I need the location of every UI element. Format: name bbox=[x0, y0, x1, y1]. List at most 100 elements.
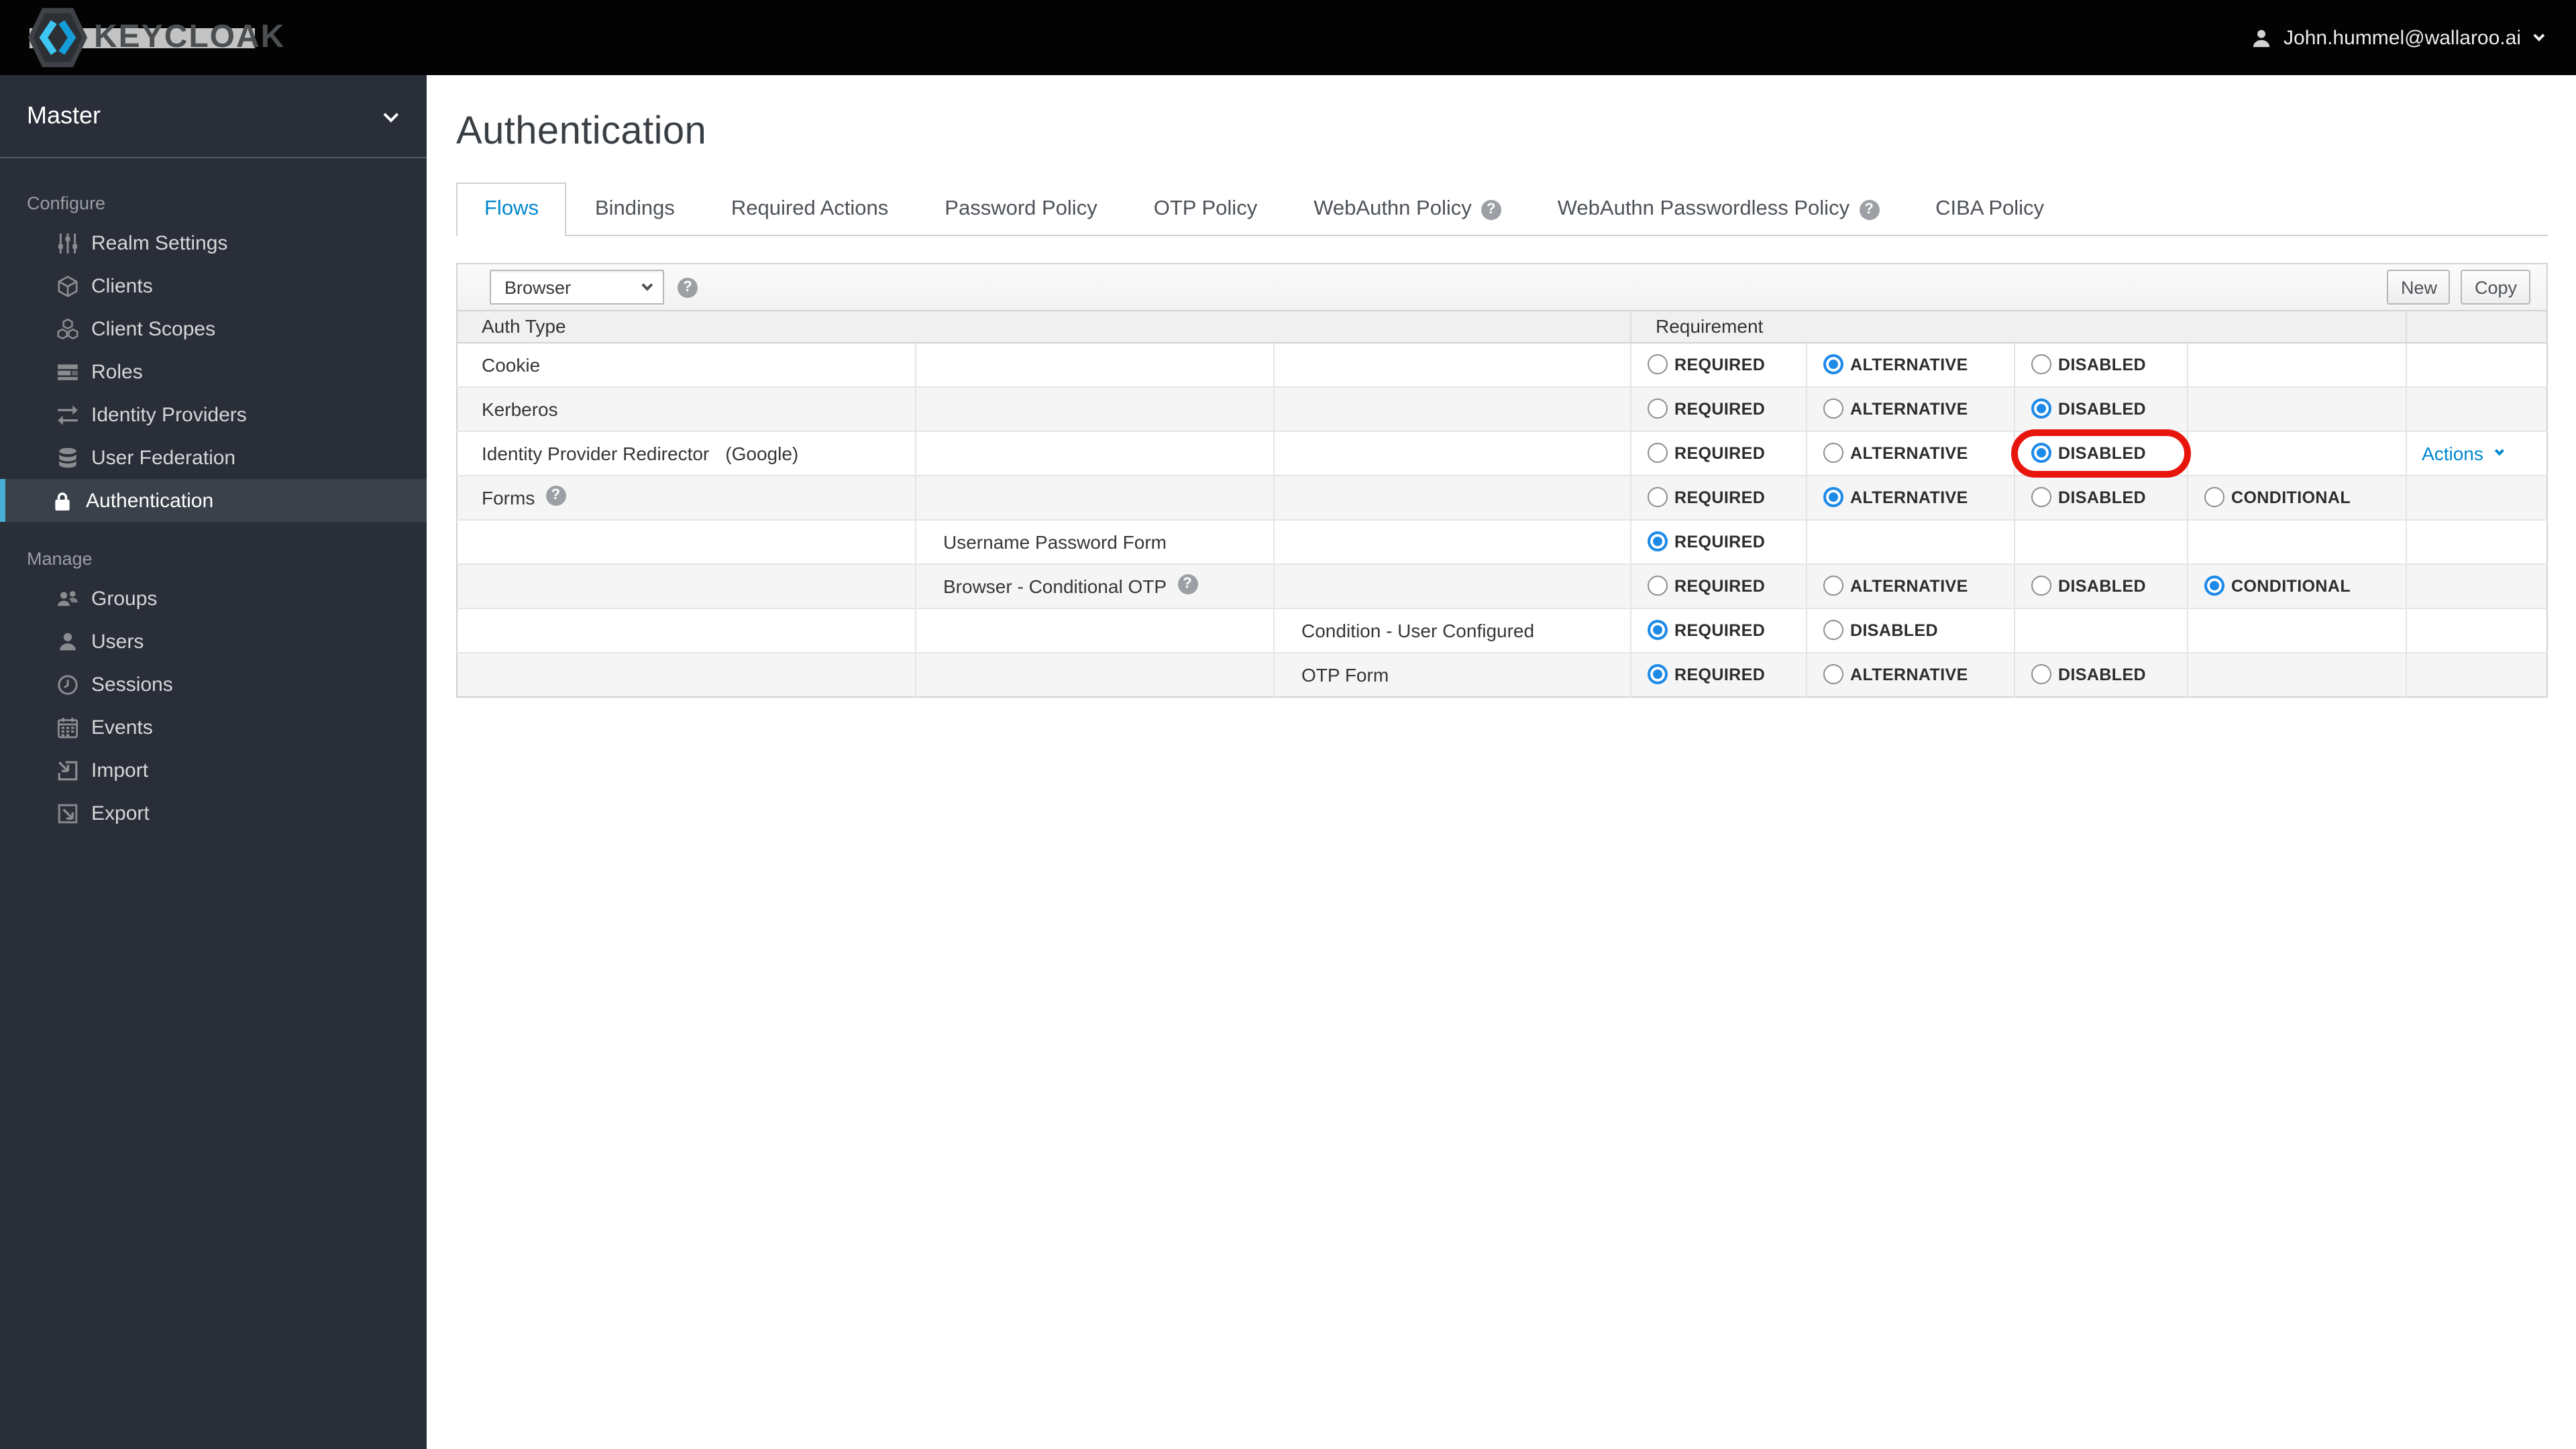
copy-button[interactable]: Copy bbox=[2461, 270, 2530, 305]
empty-cell bbox=[2406, 341, 2547, 386]
chevron-down-icon bbox=[383, 106, 399, 122]
user-icon bbox=[2253, 29, 2270, 47]
requirement-option-required[interactable]: REQUIRED bbox=[1648, 487, 1806, 507]
help-icon[interactable]: ? bbox=[1859, 199, 1880, 219]
radio-alternative[interactable] bbox=[1823, 398, 1843, 419]
nav-section: Realm Settings Clients Client Scopes Rol… bbox=[0, 221, 427, 522]
radio-conditional-selected[interactable] bbox=[2204, 576, 2224, 596]
radio-disabled-selected[interactable] bbox=[2031, 398, 2051, 419]
sidebar-item-label: Import bbox=[91, 759, 149, 782]
sidebar-item-groups[interactable]: Groups bbox=[0, 577, 427, 620]
sidebar-item-clients[interactable]: Clients bbox=[0, 264, 427, 307]
tab-password-policy[interactable]: Password Policy bbox=[916, 182, 1125, 236]
requirement-option-alternative[interactable]: ALTERNATIVE bbox=[1823, 354, 2014, 374]
sidebar-item-users[interactable]: Users bbox=[0, 620, 427, 663]
keycloak-logo[interactable]: KEYCLOAK bbox=[27, 0, 285, 75]
radio-required-selected[interactable] bbox=[1648, 531, 1668, 551]
requirement-option-required[interactable]: REQUIRED bbox=[1648, 664, 1806, 684]
requirement-option-disabled[interactable]: DISABLED bbox=[2031, 443, 2187, 463]
realm-selector[interactable]: Master bbox=[0, 75, 427, 158]
empty-cell bbox=[457, 563, 916, 608]
sidebar-item-export[interactable]: Export bbox=[0, 792, 427, 835]
auth-type-name: Condition - User Configured bbox=[1301, 619, 1535, 641]
sidebar-item-label: Realm Settings bbox=[91, 231, 228, 254]
radio-disabled[interactable] bbox=[2031, 354, 2051, 374]
radio-alternative[interactable] bbox=[1823, 443, 1843, 463]
tab-webauthn-policy[interactable]: WebAuthn Policy ? bbox=[1285, 182, 1529, 236]
table-row: Forms? REQUIRED ALTERNATIVE DISABLED CON… bbox=[457, 474, 2547, 519]
radio-disabled[interactable] bbox=[1823, 620, 1843, 640]
help-icon[interactable]: ? bbox=[1177, 574, 1198, 594]
requirement-option-disabled[interactable]: DISABLED bbox=[2031, 354, 2187, 374]
radio-label: DISABLED bbox=[2058, 665, 2146, 684]
requirement-option-required[interactable]: REQUIRED bbox=[1648, 620, 1806, 640]
sidebar-item-authentication[interactable]: Authentication bbox=[0, 479, 427, 522]
requirement-option-alternative[interactable]: ALTERNATIVE bbox=[1823, 398, 2014, 419]
requirement-option-disabled[interactable]: DISABLED bbox=[2031, 664, 2187, 684]
requirement-option-alternative[interactable]: ALTERNATIVE bbox=[1823, 576, 2014, 596]
radio-required[interactable] bbox=[1648, 487, 1668, 507]
sidebar-item-sessions[interactable]: Sessions bbox=[0, 663, 427, 706]
radio-conditional[interactable] bbox=[2204, 487, 2224, 507]
tab-ciba-policy[interactable]: CIBA Policy bbox=[1907, 182, 2072, 236]
radio-alternative-selected[interactable] bbox=[1823, 354, 1843, 374]
tab-required-actions[interactable]: Required Actions bbox=[703, 182, 916, 236]
tab-webauthn-passwordless-policy[interactable]: WebAuthn Passwordless Policy ? bbox=[1529, 182, 1907, 236]
radio-required[interactable] bbox=[1648, 354, 1668, 374]
requirement-option-required[interactable]: REQUIRED bbox=[1648, 443, 1806, 463]
radio-label: ALTERNATIVE bbox=[1850, 488, 1968, 506]
empty-cell bbox=[2014, 607, 2188, 652]
sidebar-item-roles[interactable]: Roles bbox=[0, 350, 427, 393]
requirement-option-required[interactable]: REQUIRED bbox=[1648, 576, 1806, 596]
tab-flows[interactable]: Flows bbox=[456, 182, 567, 236]
radio-required[interactable] bbox=[1648, 443, 1668, 463]
radio-disabled-selected[interactable] bbox=[2031, 443, 2051, 463]
tab-bindings[interactable]: Bindings bbox=[567, 182, 703, 236]
sidebar-item-identity-providers[interactable]: Identity Providers bbox=[0, 393, 427, 436]
sidebar-item-label: Export bbox=[91, 802, 150, 824]
user-email: John.hummel@wallaroo.ai bbox=[2284, 26, 2521, 49]
new-button[interactable]: New bbox=[2387, 270, 2451, 305]
sidebar-item-events[interactable]: Events bbox=[0, 706, 427, 749]
radio-required[interactable] bbox=[1648, 398, 1668, 419]
flow-select[interactable]: Browser bbox=[490, 270, 664, 305]
radio-alternative[interactable] bbox=[1823, 664, 1843, 684]
radio-alternative[interactable] bbox=[1823, 576, 1843, 596]
sidebar-item-user-federation[interactable]: User Federation bbox=[0, 436, 427, 479]
sidebar-item-realm-settings[interactable]: Realm Settings bbox=[0, 221, 427, 264]
tab-otp-policy[interactable]: OTP Policy bbox=[1126, 182, 1286, 236]
radio-required-selected[interactable] bbox=[1648, 620, 1668, 640]
sidebar-item-label: User Federation bbox=[91, 446, 236, 469]
requirement-option-disabled[interactable]: DISABLED bbox=[2031, 576, 2187, 596]
radio-label: ALTERNATIVE bbox=[1850, 355, 1968, 374]
radio-alternative-selected[interactable] bbox=[1823, 487, 1843, 507]
help-icon[interactable]: ? bbox=[1481, 199, 1501, 219]
radio-required[interactable] bbox=[1648, 576, 1668, 596]
radio-disabled[interactable] bbox=[2031, 664, 2051, 684]
sidebar-item-import[interactable]: Import bbox=[0, 749, 427, 792]
help-icon[interactable]: ? bbox=[678, 277, 698, 297]
requirement-option-conditional[interactable]: CONDITIONAL bbox=[2204, 487, 2406, 507]
requirement-option-required[interactable]: REQUIRED bbox=[1648, 354, 1806, 374]
actions-dropdown[interactable]: Actions bbox=[2422, 442, 2504, 464]
radio-disabled[interactable] bbox=[2031, 576, 2051, 596]
requirement-option-alternative[interactable]: ALTERNATIVE bbox=[1823, 443, 2014, 463]
requirement-option-alternative[interactable]: ALTERNATIVE bbox=[1823, 487, 2014, 507]
requirement-option-disabled[interactable]: DISABLED bbox=[2031, 487, 2187, 507]
user-menu[interactable]: John.hummel@wallaroo.ai bbox=[2251, 26, 2545, 49]
requirement-option-disabled[interactable]: DISABLED bbox=[1823, 620, 2014, 640]
radio-label: REQUIRED bbox=[1674, 443, 1766, 462]
requirement-option-required[interactable]: REQUIRED bbox=[1648, 531, 1806, 551]
requirement-option-disabled[interactable]: DISABLED bbox=[2031, 398, 2187, 419]
radio-required-selected[interactable] bbox=[1648, 664, 1668, 684]
requirement-option-alternative[interactable]: ALTERNATIVE bbox=[1823, 664, 2014, 684]
radio-label: REQUIRED bbox=[1674, 665, 1766, 684]
tab-label: Bindings bbox=[594, 197, 675, 220]
requirement-option-conditional[interactable]: CONDITIONAL bbox=[2204, 576, 2406, 596]
sidebar-item-client-scopes[interactable]: Client Scopes bbox=[0, 307, 427, 350]
flow-toolbar: Browser ? New Copy bbox=[456, 263, 2548, 311]
requirement-option-required[interactable]: REQUIRED bbox=[1648, 398, 1806, 419]
radio-disabled[interactable] bbox=[2031, 487, 2051, 507]
empty-cell bbox=[1273, 341, 1631, 386]
help-icon[interactable]: ? bbox=[545, 486, 566, 506]
